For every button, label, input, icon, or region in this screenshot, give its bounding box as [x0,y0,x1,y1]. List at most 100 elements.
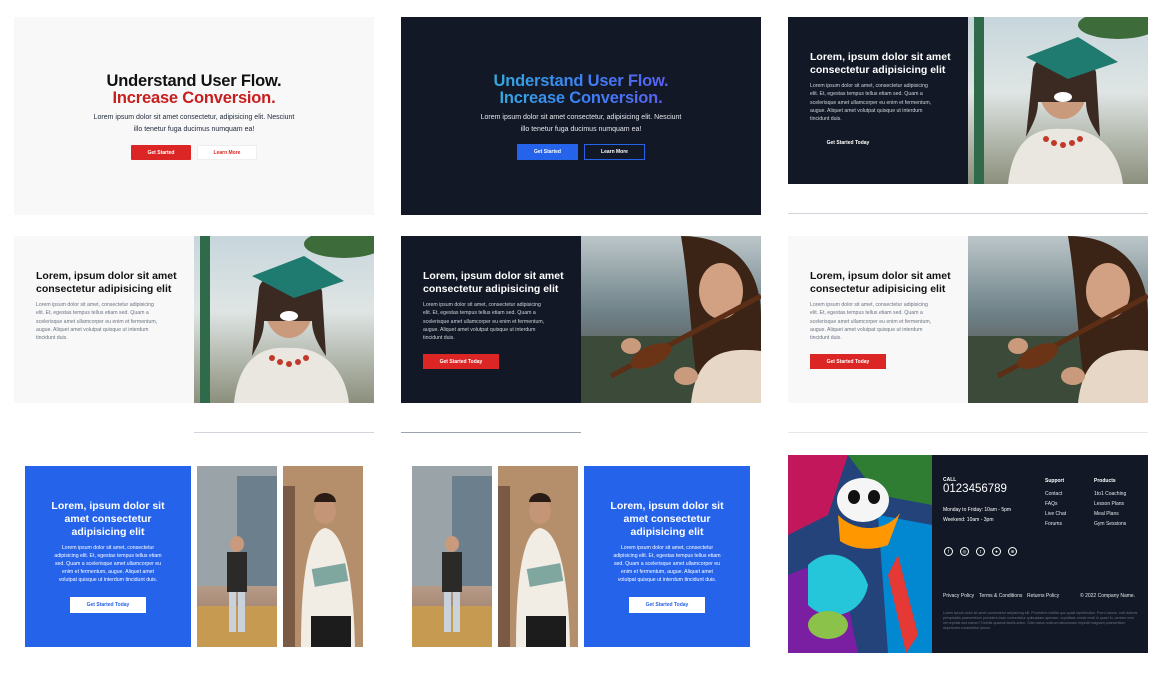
support-link-live-chat[interactable]: Live Chat [1045,509,1066,519]
blue-title-line1: Lorem, ipsum dolor sit [51,500,165,512]
returns-policy-link[interactable]: Returns Policy [1027,591,1059,601]
learn-more-button[interactable]: Learn More [584,144,645,160]
split-text-line4: augue. Aliquet amet volutpat quisque ut … [36,327,149,333]
split-text-line1: Lorem ipsum dolor sit amet, consectetur … [810,302,928,308]
get-started-today-button[interactable]: Get Started Today [423,354,499,369]
hero-title-line2: Increase Conversion. [401,90,761,107]
split-text-line5: tincidunt duis. [36,335,68,341]
split-title-line2: consectetur adipisicing elit [423,283,559,295]
blue-title-line2: amet consectetur [64,513,152,525]
student-man-photo [498,466,578,647]
github-icon[interactable]: ● [992,547,1001,556]
hero-text-line1: Lorem ipsum dolor sit amet consectetur, … [93,114,295,121]
student-woman-photo [197,466,277,647]
hero-title-line1: Understand User Flow. [401,73,761,90]
graffiti-photo [788,455,932,653]
split-title-line2: consectetur adipisicing elit [810,64,946,76]
hero-title-line1: Understand User Flow. [106,72,282,90]
template-hero-light: Understand User Flow. Increase Conversio… [14,17,374,215]
learn-more-button[interactable]: Learn More [197,145,257,160]
split-text-line2: elit. Et, egestas tempus tellus etiam se… [810,91,923,97]
twitter-icon[interactable]: t [976,547,985,556]
get-started-today-button[interactable]: Get Started Today [629,597,705,613]
get-started-today-button[interactable]: Get Started Today [36,355,112,368]
split-text-line3: scelerisque amet ullamcorper eu enim et … [36,319,158,325]
template-split-dark-violinist: Lorem, ipsum dolor sit amet consectetur … [401,236,761,403]
blue-text-line3: sed. Quam a scelerisque amet ullamcorper… [54,561,162,567]
template-split-dark-graduate: Lorem, ipsum dolor sit amet consectetur … [788,17,1148,184]
instagram-icon[interactable]: ◎ [960,547,969,556]
split-text-line2: elit. Et, egestas tempus tellus etiam se… [36,310,149,316]
hero-text-line1: Lorem ipsum dolor sit amet consectetur, … [480,114,682,121]
split-title-line1: Lorem, ipsum dolor sit amet [810,51,951,63]
graduate-photo [968,17,1148,184]
get-started-button[interactable]: Get Started [517,144,578,160]
split-text-line5: tincidunt duis. [810,335,842,341]
terms-link[interactable]: Terms & Conditions [979,591,1022,601]
dribbble-icon[interactable]: ⊕ [1008,547,1017,556]
hours-weekday: Monday to Friday: 10am - 5pm [943,507,1012,513]
split-title-line2: consectetur adipisicing elit [810,283,946,295]
get-started-button[interactable]: Get Started [131,145,191,160]
hero-text-line2: illo tenetur fuga ducimus numquam ea! [133,126,255,133]
blue-text-line1: Lorem ipsum dolor sit amet, consectetur [620,545,714,551]
products-link-gym-sessions[interactable]: Gym Sessions [1094,519,1126,529]
violinist-photo [968,236,1148,403]
blue-text-line5: volutpat quisque ut interdum tincidunt d… [617,577,717,583]
student-woman-photo [412,466,492,647]
split-text-line4: augue. Aliquet amet volutpat quisque ut … [423,327,536,333]
template-blue-right-photos: Lorem, ipsum dolor sit amet consectetur … [401,455,761,653]
split-text-line3: scelerisque amet ullamcorper eu enim et … [810,319,932,325]
split-text-line5: tincidunt duis. [423,335,455,341]
split-text-line5: tincidunt duis. [810,116,842,122]
template-hero-dark: Understand User Flow. Increase Conversio… [401,17,761,215]
divider [788,213,1148,214]
get-started-today-button[interactable]: Get Started Today [70,597,146,613]
split-title-line2: consectetur adipisicing elit [36,283,172,295]
blue-text-line3: sed. Quam a scelerisque amet ullamcorper… [613,561,721,567]
blue-title-line3: adipisicing elit [630,526,704,538]
split-title-line1: Lorem, ipsum dolor sit amet [423,270,564,282]
copyright-text: © 2022 Company Name. [1080,593,1136,599]
template-footer: CALL 0123456789 Monday to Friday: 10am -… [788,455,1148,653]
support-link-faqs[interactable]: FAQs [1045,499,1058,509]
blue-text-line2: adipisicing elit. Et, egestas tempus tel… [54,553,162,559]
split-text-line2: elit. Et, egestas tempus tellus etiam se… [423,310,536,316]
facebook-icon[interactable]: f [944,547,953,556]
divider [194,432,374,433]
split-title-line1: Lorem, ipsum dolor sit amet [810,270,951,282]
get-started-today-button[interactable]: Get Started Today [810,354,886,369]
template-split-light-violinist: Lorem, ipsum dolor sit amet consectetur … [788,236,1148,403]
products-link-coaching[interactable]: 1to1 Coaching [1094,489,1126,499]
split-text-line1: Lorem ipsum dolor sit amet, consectetur … [36,302,154,308]
blue-text-line2: adipisicing elit. Et, egestas tempus tel… [613,553,721,559]
split-text-line4: augue. Aliquet amet volutpat quisque ut … [810,327,923,333]
privacy-policy-link[interactable]: Privacy Policy [943,591,974,601]
student-man-photo [283,466,363,647]
footer-small-print: Lorem ipsum dolor sit amet consectetur a… [943,611,1138,630]
blue-text-line4: enim et fermentum, augue. Aliquet amet [621,569,713,575]
phone-number[interactable]: 0123456789 [943,483,1007,495]
products-link-meal-plans[interactable]: Meal Plans [1094,509,1119,519]
violinist-photo [581,236,761,403]
products-link-lesson-plans[interactable]: Lesson Plans [1094,499,1124,509]
divider [788,432,1148,433]
hero-text-line2: illo tenetur fuga ducimus numquam ea! [520,126,642,133]
split-text-line3: scelerisque amet ullamcorper eu enim et … [810,100,932,106]
blue-text-line5: volutpat quisque ut interdum tincidunt d… [58,577,158,583]
split-text-line3: scelerisque amet ullamcorper eu enim et … [423,319,545,325]
split-text-line1: Lorem ipsum dolor sit amet, consectetur … [810,83,928,89]
blue-title-line1: Lorem, ipsum dolor sit [610,500,724,512]
split-text-line4: augue. Aliquet amet volutpat quisque ut … [810,108,923,114]
split-text-line2: elit. Et, egestas tempus tellus etiam se… [810,310,923,316]
divider [401,432,581,433]
template-split-light-graduate: Lorem, ipsum dolor sit amet consectetur … [14,236,374,403]
split-title-line1: Lorem, ipsum dolor sit amet [36,270,177,282]
get-started-today-button[interactable]: Get Started Today [810,136,886,149]
hours-weekend: Weekend: 10am - 3pm [943,517,994,523]
support-link-forums[interactable]: Forums [1045,519,1062,529]
split-text-line1: Lorem ipsum dolor sit amet, consectetur … [423,302,541,308]
graduate-photo [194,236,374,403]
support-link-contact[interactable]: Contact [1045,489,1062,499]
blue-panel: Lorem, ipsum dolor sit amet consectetur … [25,466,191,647]
